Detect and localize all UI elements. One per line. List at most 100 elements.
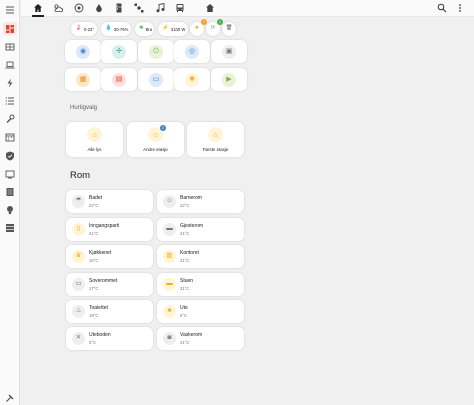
leaf-icon: ❀: [139, 25, 144, 32]
power-value: 3100 W: [170, 26, 186, 32]
power-chip[interactable]: ⚡ 3100 W: [158, 22, 188, 36]
room-card-uteboden[interactable]: ✕ Uteboden 0°C: [66, 327, 153, 350]
room-temperature: 0°C: [89, 340, 97, 345]
thermostat-tile[interactable]: ◉: [65, 40, 101, 63]
floor-count-badge: 2: [160, 125, 166, 131]
search-icon[interactable]: [435, 2, 449, 14]
satellite-icon[interactable]: [132, 2, 146, 14]
updates-chip[interactable]: ⟳ 1: [206, 19, 223, 36]
trash-chip[interactable]: 🗑: [222, 22, 236, 36]
flash-icon: ⚡: [162, 25, 169, 32]
alerts-count-badge: 7: [201, 19, 207, 25]
dashboard-icon[interactable]: [3, 22, 17, 35]
room-card-kjokkenet[interactable]: ♛ Kjøkkenet 19°C: [66, 245, 153, 268]
room-temperature: 5°C: [180, 313, 188, 318]
shield-icon[interactable]: [3, 149, 17, 162]
sofa-icon: ▬: [163, 278, 176, 291]
teddy-icon: ☺: [163, 195, 176, 208]
house-outline-icon[interactable]: [203, 2, 217, 14]
heater-tile[interactable]: ▦: [65, 68, 101, 91]
room-temperature: 17°C: [89, 286, 99, 291]
tv-box-tile[interactable]: ▤: [101, 68, 137, 91]
room-card-toalettet[interactable]: ♨ Toalettet 19°C: [66, 300, 153, 323]
hammer-icon[interactable]: [3, 391, 17, 404]
flash-icon[interactable]: [3, 76, 17, 89]
update-icon: ⟳: [210, 25, 216, 32]
car-icon: ▭: [149, 72, 163, 87]
car-tile[interactable]: ▭: [138, 68, 174, 91]
room-card-soverommet[interactable]: ▭ Soverommet 17°C: [66, 273, 153, 296]
quick-label: Andre etasje: [143, 147, 168, 152]
room-name: Kjøkkenet: [89, 250, 112, 256]
room-temperature: 21°C: [180, 231, 190, 236]
alerts-chip[interactable]: ★ 7: [190, 19, 207, 36]
room-card-gjesterom[interactable]: ▬ Gjesterom 21°C: [157, 218, 244, 241]
list-icon[interactable]: [3, 94, 17, 107]
room-card-stuen[interactable]: ▬ Stuen 21°C: [157, 273, 244, 296]
robot-icon[interactable]: [72, 2, 86, 14]
camera-tile[interactable]: ▶: [211, 68, 247, 91]
tree-icon: ♣: [163, 305, 176, 318]
music-icon[interactable]: [153, 2, 167, 14]
home-icon[interactable]: [31, 2, 45, 17]
bed-double-icon: ▭: [72, 278, 85, 291]
room-name: Vaskerom: [180, 332, 203, 338]
thermostat-icon: ◉: [76, 44, 90, 59]
home-floor-icon: ⌂ 2: [148, 125, 166, 142]
menu-icon[interactable]: [3, 3, 17, 16]
quick-second-floor-button[interactable]: ⌂ 2 Andre etasje: [127, 122, 184, 157]
room-card-barnerom[interactable]: ☺ Barnerom 22°C: [157, 190, 244, 213]
room-name: Soverommet: [89, 278, 118, 284]
chef-hat-icon: ♛: [72, 250, 85, 263]
humidity-chip[interactable]: 💧 30-76%: [101, 22, 131, 36]
water-drop-icon[interactable]: [92, 2, 106, 14]
room-temperature: 19°C: [89, 258, 99, 263]
room-name: Inngangsparti: [89, 223, 120, 229]
room-temperature: 21°C: [89, 231, 99, 236]
room-card-badet[interactable]: ☂ Badet 22°C: [66, 190, 153, 213]
room-card-kontoret[interactable]: ▥ Kontoret 21°C: [157, 245, 244, 268]
lamp-tile[interactable]: ✺: [174, 68, 210, 91]
bus-icon[interactable]: [173, 2, 187, 14]
room-temperature: 19°C: [89, 313, 99, 318]
room-temperature: 21°C: [180, 340, 190, 345]
air-quality-chip[interactable]: ❀ Bra: [135, 22, 154, 36]
plug-tile[interactable]: ⏻: [138, 40, 174, 63]
room-name: Uteboden: [89, 332, 111, 338]
quick-all-lights-button[interactable]: ⌂ Alle lys: [66, 122, 123, 157]
calendar-icon[interactable]: [3, 130, 17, 143]
temperature-chip[interactable]: 🌡 0-23°: [71, 22, 97, 36]
washer-tile[interactable]: ▣: [211, 40, 247, 63]
room-card-vaskerom[interactable]: ◙ Vaskerom 21°C: [157, 327, 244, 350]
fan-tile[interactable]: ✢: [101, 40, 137, 63]
door-icon: ▯: [72, 223, 85, 236]
wrench-icon[interactable]: [3, 112, 17, 125]
heater-icon: ▦: [76, 72, 90, 87]
storage-icon[interactable]: [3, 185, 17, 198]
room-name: Stuen: [180, 278, 194, 284]
home-lights-icon: ⌂: [87, 127, 102, 142]
bulb-icon[interactable]: [3, 203, 17, 216]
tv-icon[interactable]: [3, 167, 17, 180]
laptop-icon[interactable]: [3, 58, 17, 71]
room-name: Badet: [89, 195, 103, 201]
washer-icon: ▣: [222, 44, 236, 59]
room-card-ute[interactable]: ♣ Ute 5°C: [157, 300, 244, 323]
grid-icon[interactable]: [3, 40, 17, 53]
more-vert-icon[interactable]: [453, 2, 467, 14]
robot-vacuum-tile[interactable]: ◎: [174, 40, 210, 63]
room-name: Ute: [180, 305, 188, 311]
weather-icon[interactable]: [51, 2, 65, 14]
fridge-icon[interactable]: [112, 2, 126, 14]
server-icon[interactable]: [3, 221, 17, 234]
toilet-icon: ♨: [72, 305, 85, 318]
humidity-range: 30-76%: [113, 26, 129, 32]
washing-machine-icon: ◙: [163, 332, 176, 345]
shower-icon: ☂: [72, 195, 85, 208]
lamp-icon: ✺: [185, 72, 199, 87]
updates-count-badge: 1: [217, 19, 223, 25]
room-card-inngangsparti[interactable]: ▯ Inngangsparti 21°C: [66, 218, 153, 241]
thermometer-icon: 🌡: [75, 25, 82, 32]
tv-box-icon: ▤: [112, 72, 126, 87]
quick-first-floor-button[interactable]: ⌂ Første etasje: [187, 122, 244, 157]
